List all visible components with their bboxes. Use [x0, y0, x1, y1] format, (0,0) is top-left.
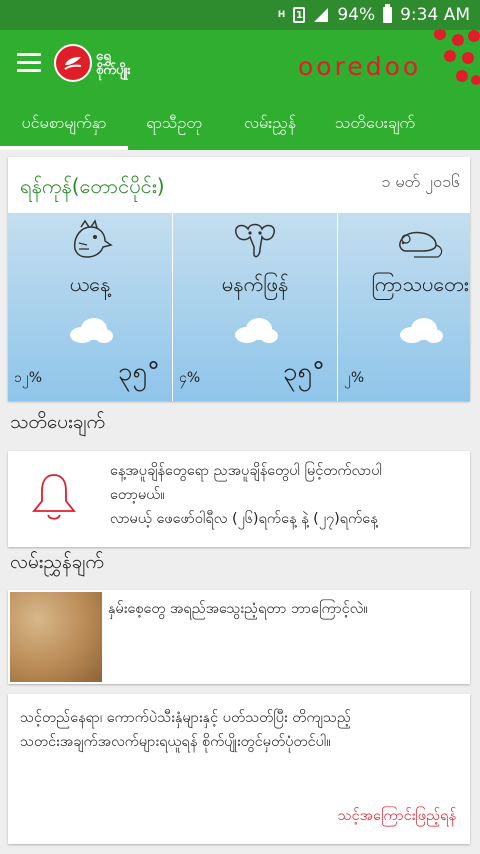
sim-slot-icon: 1 — [293, 7, 306, 23]
rat-icon — [399, 231, 443, 258]
brand-logo: ooredoo — [298, 52, 422, 81]
clock: 9:34 AM — [400, 5, 470, 25]
fill-profile-link[interactable]: သင့်အကြောင်းဖြည့်ရန် — [338, 807, 456, 828]
network-type-label: H — [277, 9, 286, 20]
guide-section-title: လမ်းညွှန်ချက် — [10, 551, 104, 573]
forecast-day-name: ကြာသပတေး — [371, 272, 469, 296]
forecast-day[interactable]: ကြာသပတေး ၂% ၃ — [338, 213, 470, 401]
humidity-value: ၁၂% — [14, 370, 43, 386]
forecast-strip[interactable]: ယနေ့ ၁၂% ၃၅° မနက်ဖြန် ၄% ၃၅° ကြာသပတေး ၂% — [8, 213, 470, 401]
guide-text: နှမ်းစေ့တွေ အရည်အသွေးညံ့ရတာ ဘာကြောင့်လဲ။ — [108, 601, 368, 617]
menu-icon[interactable] — [17, 53, 41, 73]
garuda-icon — [73, 219, 113, 258]
cloud-icon — [235, 318, 278, 343]
warning-text: နေ့အပူချိန်တွေရော ညအပူချိန်တွေပါ မြင့်တက… — [110, 459, 464, 531]
app-bar: ရွှေ စိုက်ပျိုး ooredoo — [0, 30, 480, 98]
humidity-value: ၂% — [344, 370, 365, 386]
register-promo-card: သင့်တည်နေရာ၊ ကောက်ပဲသီးနှံများနှင့် ပတ်သ… — [8, 694, 470, 844]
sim-slot-label: 1 — [293, 7, 306, 23]
battery-icon — [383, 4, 393, 23]
app-name-line1: ရွှေ — [96, 49, 111, 64]
forecast-day[interactable]: ယနေ့ ၁၂% ၃၅° — [8, 213, 172, 401]
warning-line: နေ့အပူချိန်တွေရော ညအပူချိန်တွေပါ မြင့်တက… — [110, 463, 383, 479]
tab-warnings[interactable]: သတိပေးချက် — [320, 98, 430, 150]
status-bar: H 1 94% 9:34 AM — [0, 0, 480, 30]
promo-line: သတင်းအချက်အလက်များရယူရန် စိုက်ပျိုးတွင်မ… — [20, 734, 331, 750]
humidity-value: ၄% — [179, 370, 201, 386]
city-name: ရန်ကုန်(တောင်ပိုင်း) — [20, 174, 165, 198]
cloud-icon — [70, 318, 113, 343]
app-name: ရွှေ စိုက်ပျိုး — [96, 50, 131, 78]
tab-weather[interactable]: ရာသီဥတု — [128, 98, 220, 150]
network-type-icon: H — [277, 9, 286, 20]
warning-line: တော့မယ်။ — [110, 487, 165, 503]
cloud-icon — [400, 318, 443, 343]
bell-icon — [32, 474, 76, 520]
sesame-seeds-image — [10, 592, 102, 682]
temperature-value: ၃၅° — [282, 357, 325, 387]
forecast-day-name: မနက်ဖြန် — [221, 272, 289, 296]
tab-bar: ပင်မစာမျက်နှာ ရာသီဥတု လမ်းညွှန် သတိပေးချ… — [0, 98, 480, 150]
forecast-day[interactable]: မနက်ဖြန် ၄% ၃၅° — [173, 213, 337, 401]
temperature-value: ၃၅° — [117, 357, 160, 387]
elephant-icon — [235, 223, 275, 258]
guide-card[interactable]: နှမ်းစေ့တွေ အရည်အသွေးညံ့ရတာ ဘာကြောင့်လဲ။ — [8, 590, 470, 684]
brand-dots-icon — [434, 30, 480, 85]
warning-line: လာမယ့် ဖေဖော်ဝါရီလ (၂၆)ရက်နေ့ နဲ့ (၂၇)ရက… — [110, 511, 378, 527]
app-logo — [54, 44, 92, 82]
forecast-day-name: ယနေ့ — [69, 272, 111, 296]
battery-percent: 94% — [337, 5, 376, 25]
tab-home[interactable]: ပင်မစာမျက်နှာ — [0, 98, 128, 150]
warning-section-title: သတိပေးချက် — [10, 411, 106, 433]
tab-guide[interactable]: လမ်းညွှန် — [220, 98, 320, 150]
warning-card[interactable]: နေ့အပူချိန်တွေရော ညအပူချိန်တွေပါ မြင့်တက… — [8, 451, 470, 547]
promo-line: သင့်တည်နေရာ၊ ကောက်ပဲသီးနှံများနှင့် ပတ်သ… — [20, 710, 351, 726]
promo-text: သင့်တည်နေရာ၊ ကောက်ပဲသီးနှံများနှင့် ပတ်သ… — [20, 706, 458, 754]
weather-card[interactable]: ရန်ကုန်(တောင်ပိုင်း) ၁ မတ် ၂၀၁၆ ယနေ့ ၁၂%… — [8, 157, 470, 401]
signal-icon — [313, 7, 329, 23]
app-name-line2: စိုက်ပျိုး — [96, 63, 131, 78]
weather-date: ၁ မတ် ၂၀၁၆ — [381, 172, 460, 191]
brand-area: ooredoo — [290, 30, 480, 98]
